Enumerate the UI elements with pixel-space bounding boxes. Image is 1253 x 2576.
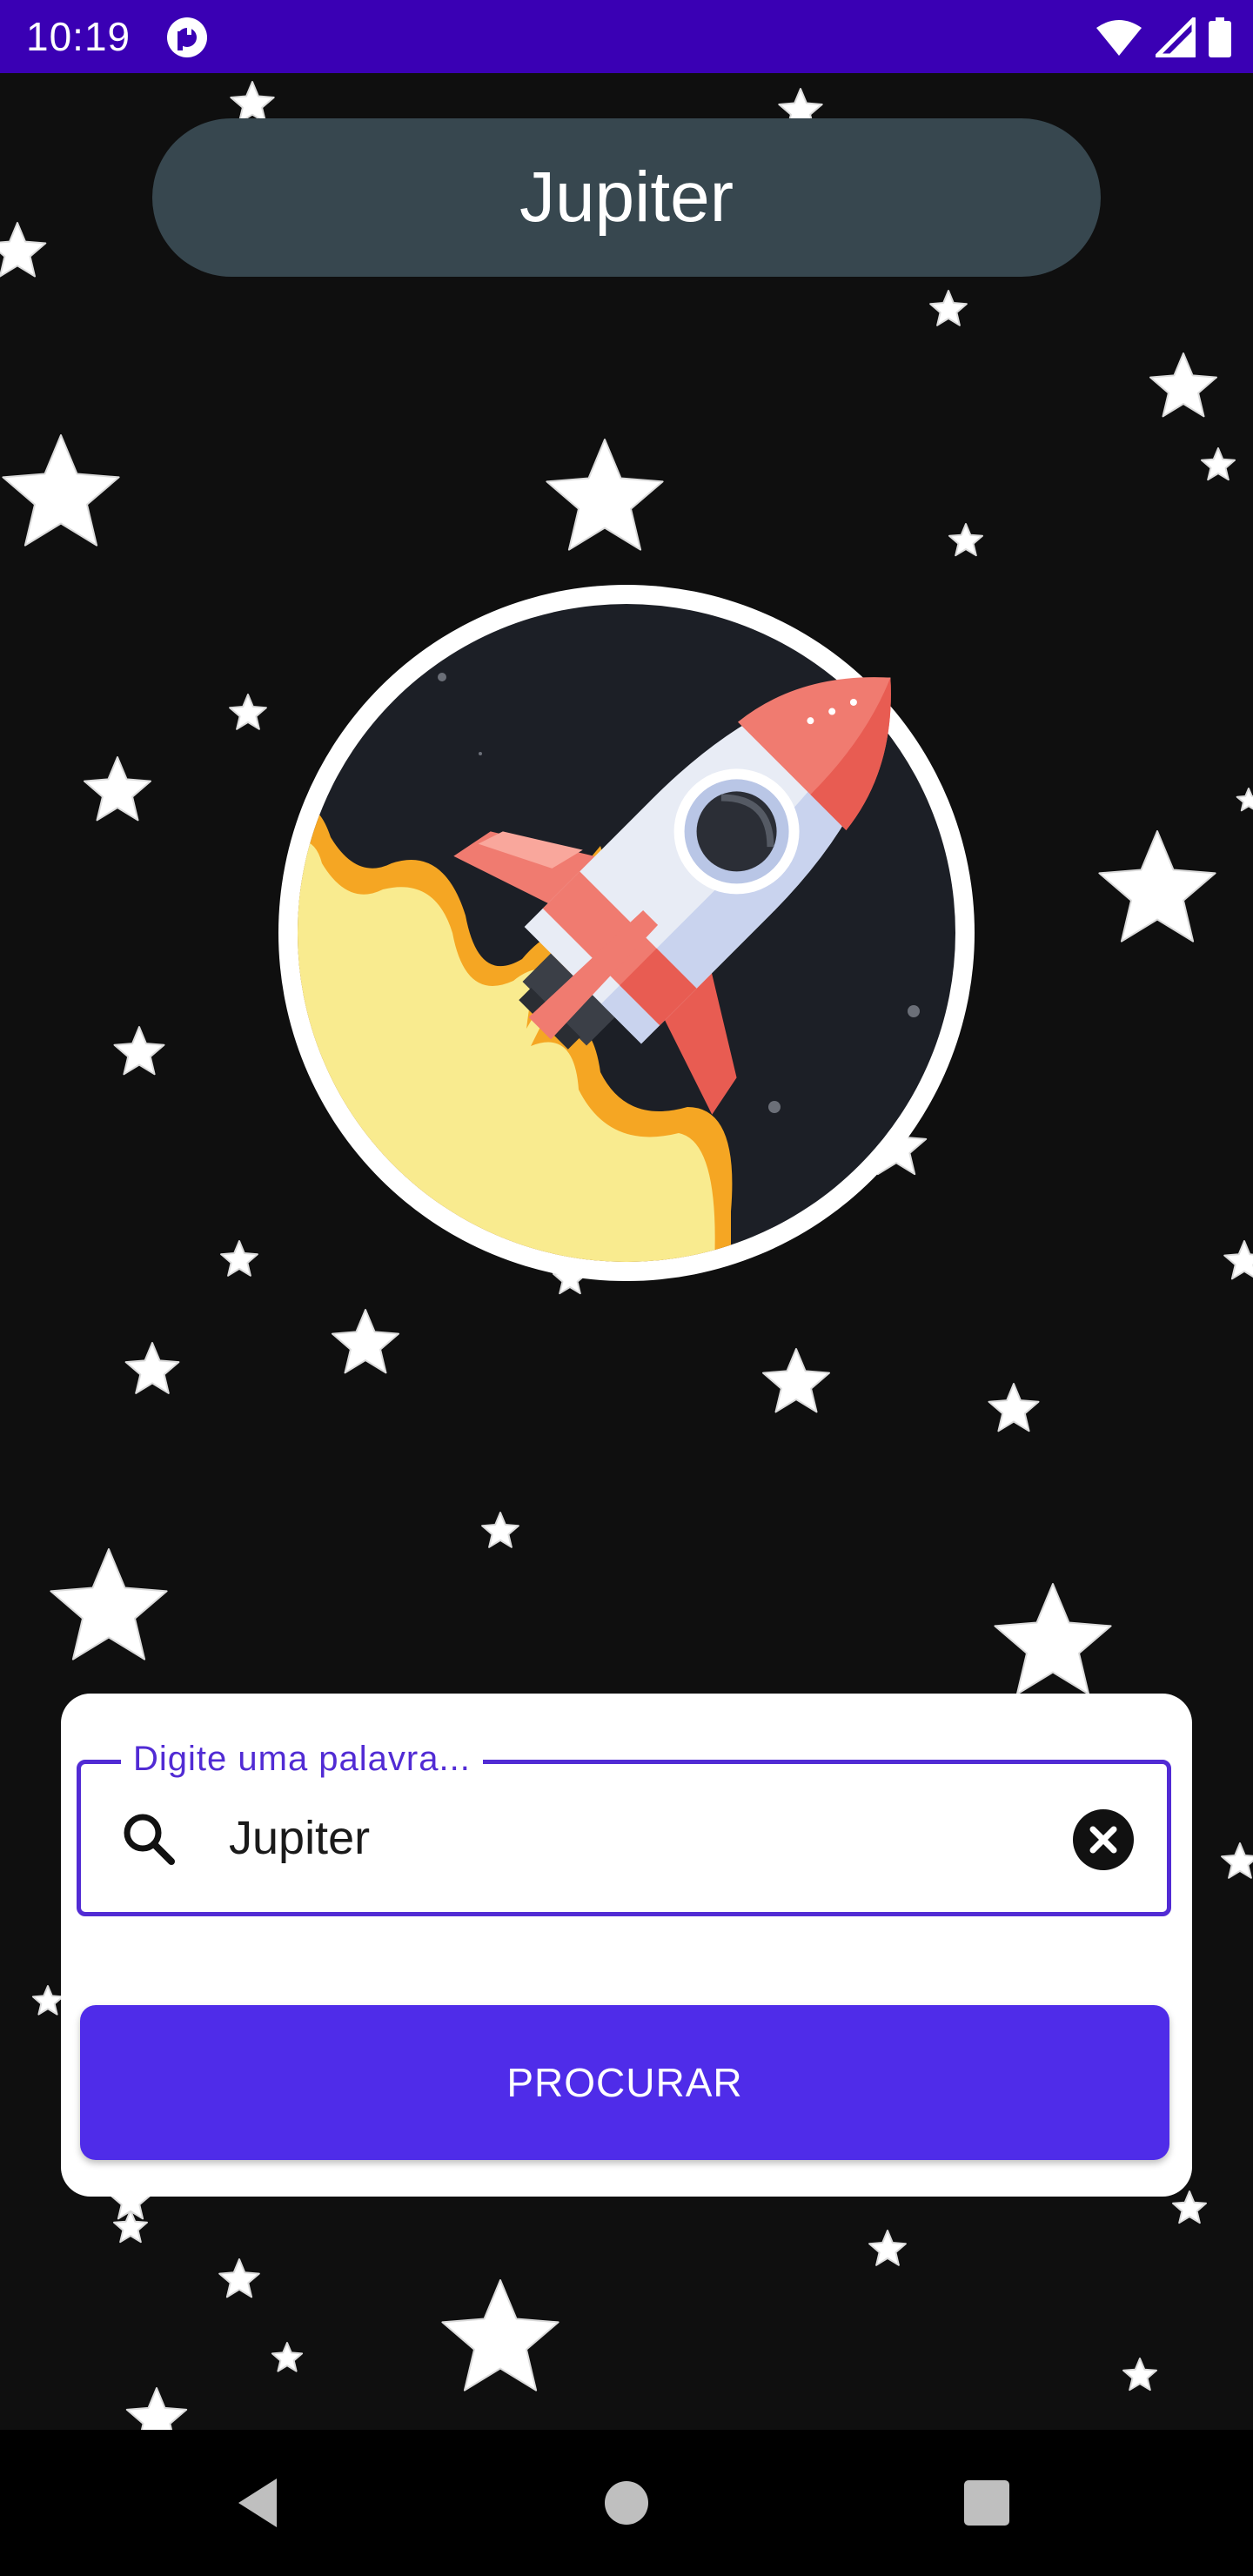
star-decoration bbox=[441, 2279, 559, 2392]
star-decoration bbox=[84, 756, 151, 822]
search-card: Digite uma palavra... PROCURAR bbox=[61, 1694, 1192, 2197]
page-title: Jupiter bbox=[519, 158, 734, 237]
navigation-bar bbox=[0, 2430, 1253, 2576]
home-icon[interactable] bbox=[592, 2468, 661, 2538]
star-decoration bbox=[50, 1548, 168, 1660]
star-decoration bbox=[218, 2258, 260, 2298]
star-decoration bbox=[220, 1240, 258, 1277]
wifi-icon bbox=[1096, 20, 1142, 56]
star-decoration bbox=[988, 1383, 1040, 1432]
title-pill: Jupiter bbox=[152, 118, 1101, 277]
procurar-button[interactable]: PROCURAR bbox=[80, 2005, 1169, 2160]
star-decoration bbox=[1201, 447, 1236, 481]
back-icon[interactable] bbox=[226, 2468, 296, 2538]
star-decoration bbox=[1223, 1240, 1253, 1280]
signal-icon bbox=[1156, 17, 1196, 57]
status-time: 10:19 bbox=[26, 14, 131, 59]
recents-icon[interactable] bbox=[952, 2468, 1022, 2538]
search-field: Digite uma palavra... bbox=[77, 1738, 1171, 1916]
screen: 10:19 Jupiter Digite uma palavra... Jupi… bbox=[0, 0, 1253, 2576]
star-decoration bbox=[546, 439, 664, 551]
search-field-label: Digite uma palavra... bbox=[121, 1738, 483, 1780]
star-decoration bbox=[481, 1512, 519, 1548]
star-decoration bbox=[113, 1026, 165, 1076]
star-decoration bbox=[229, 694, 267, 730]
star-decoration bbox=[31, 1985, 64, 2016]
star-decoration bbox=[0, 222, 47, 278]
star-decoration bbox=[2, 434, 120, 547]
star-decoration bbox=[948, 523, 983, 557]
star-decoration bbox=[1098, 830, 1216, 943]
star-decoration bbox=[1172, 2190, 1207, 2224]
status-bar: 10:19 bbox=[0, 0, 1253, 73]
star-decoration bbox=[1149, 352, 1217, 418]
star-decoration bbox=[1122, 2358, 1157, 2392]
search-icon bbox=[124, 1814, 175, 1865]
star-decoration bbox=[929, 290, 968, 326]
clear-icon[interactable] bbox=[1073, 1809, 1134, 1870]
star-decoration bbox=[230, 81, 275, 124]
star-decoration bbox=[1236, 788, 1253, 812]
star-decoration bbox=[994, 1583, 1112, 1695]
star-decoration bbox=[125, 2387, 188, 2430]
search-input[interactable] bbox=[229, 1801, 1012, 1875]
star-decoration bbox=[124, 1342, 180, 1394]
star-decoration bbox=[332, 1309, 399, 1374]
star-decoration bbox=[762, 1348, 830, 1413]
star-decoration bbox=[868, 2230, 907, 2266]
battery-icon bbox=[1209, 17, 1231, 57]
star-decoration bbox=[1221, 1842, 1253, 1879]
status-icons bbox=[1095, 16, 1232, 59]
app-logo-icon bbox=[167, 17, 207, 57]
star-decoration bbox=[271, 2342, 304, 2372]
rocket-launch-icon bbox=[278, 585, 975, 1281]
